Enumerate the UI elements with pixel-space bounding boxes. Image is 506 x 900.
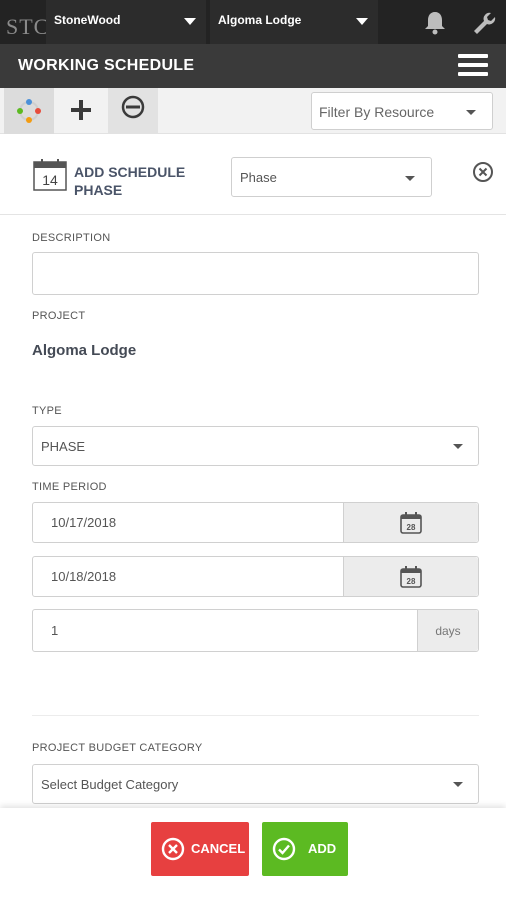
- page-title: WORKING SCHEDULE: [18, 57, 195, 74]
- add-button-label: ADD: [308, 841, 337, 856]
- end-date-picker-button[interactable]: 28: [343, 557, 478, 596]
- duration-field[interactable]: 1 days: [32, 609, 479, 652]
- budget-category-label: PROJECT BUDGET CATEGORY: [32, 742, 203, 754]
- schedule-type-select[interactable]: Phase: [231, 157, 432, 197]
- schedule-view-button[interactable]: [4, 88, 54, 134]
- start-date-field[interactable]: 10/17/2018 28: [32, 502, 479, 543]
- duration-value: 1: [51, 623, 59, 638]
- company-select-value: StoneWood: [54, 13, 121, 27]
- chevron-down-icon: [356, 18, 368, 25]
- end-date-field[interactable]: 10/18/2018 28: [32, 556, 479, 597]
- modal-footer: CANCEL ADD: [0, 808, 506, 900]
- link-icon: [121, 95, 145, 119]
- wrench-icon[interactable]: [460, 0, 506, 44]
- schedule-view-icon: [17, 99, 41, 123]
- bell-icon[interactable]: [412, 0, 458, 44]
- link-tool-button[interactable]: [108, 88, 158, 134]
- calendar-day-text: 14: [42, 172, 58, 188]
- filter-placeholder: Filter By Resource: [319, 104, 435, 120]
- calendar-icon: 28: [400, 511, 422, 534]
- add-button[interactable]: ADD: [262, 822, 348, 876]
- logo-text: STC: [6, 14, 46, 39]
- project-label: PROJECT: [32, 310, 86, 322]
- chevron-down-icon: [405, 176, 415, 181]
- check-circle-icon: [272, 837, 296, 861]
- chevron-down-icon: [466, 110, 476, 115]
- add-icon: [71, 100, 91, 120]
- budget-category-placeholder: Select Budget Category: [41, 777, 179, 792]
- cancel-button-label: CANCEL: [191, 841, 246, 856]
- calendar-day-text: 28: [407, 523, 416, 532]
- modal-title: ADD SCHEDULE PHASE: [74, 164, 186, 198]
- description-field[interactable]: [32, 252, 479, 295]
- schedule-type-value: Phase: [240, 170, 277, 185]
- type-label: TYPE: [32, 405, 62, 417]
- cancel-circle-icon: [161, 837, 185, 861]
- duration-unit-label: days: [435, 624, 461, 638]
- project-select-value: Algoma Lodge: [218, 13, 302, 27]
- project-value: Algoma Lodge: [32, 342, 137, 359]
- cancel-button[interactable]: CANCEL: [151, 822, 249, 876]
- calendar-day-text: 28: [407, 577, 416, 586]
- company-logo[interactable]: STC: [0, 0, 46, 44]
- budget-category-select[interactable]: Select Budget Category: [32, 764, 479, 804]
- chevron-down-icon: [453, 444, 463, 449]
- chevron-down-icon: [453, 782, 463, 787]
- start-date-value: 10/17/2018: [51, 515, 117, 530]
- end-date-value: 10/18/2018: [51, 569, 117, 584]
- close-icon[interactable]: [472, 161, 494, 183]
- duration-unit-addon: days: [417, 610, 478, 651]
- page-header: WORKING SCHEDULE: [0, 44, 506, 88]
- time-period-label: TIME PERIOD: [32, 481, 107, 493]
- schedule-toolbar: Filter By Resource: [0, 88, 506, 134]
- calendar-icon: 14: [33, 159, 67, 191]
- filter-by-resource-select[interactable]: Filter By Resource: [311, 92, 493, 130]
- calendar-icon: 28: [400, 565, 422, 588]
- section-divider: [32, 715, 479, 716]
- modal-header: 14 ADD SCHEDULE PHASE Phase: [0, 135, 506, 215]
- top-bar: STC StoneWood Algoma Lodge: [0, 0, 506, 44]
- chevron-down-icon: [184, 18, 196, 25]
- add-tool-button[interactable]: [56, 88, 106, 134]
- hamburger-icon[interactable]: [458, 54, 488, 78]
- company-select[interactable]: StoneWood: [46, 0, 206, 44]
- type-value: PHASE: [41, 439, 86, 454]
- type-select[interactable]: PHASE: [32, 426, 479, 466]
- description-label: DESCRIPTION: [32, 232, 111, 244]
- project-select[interactable]: Algoma Lodge: [210, 0, 378, 44]
- start-date-picker-button[interactable]: 28: [343, 503, 478, 542]
